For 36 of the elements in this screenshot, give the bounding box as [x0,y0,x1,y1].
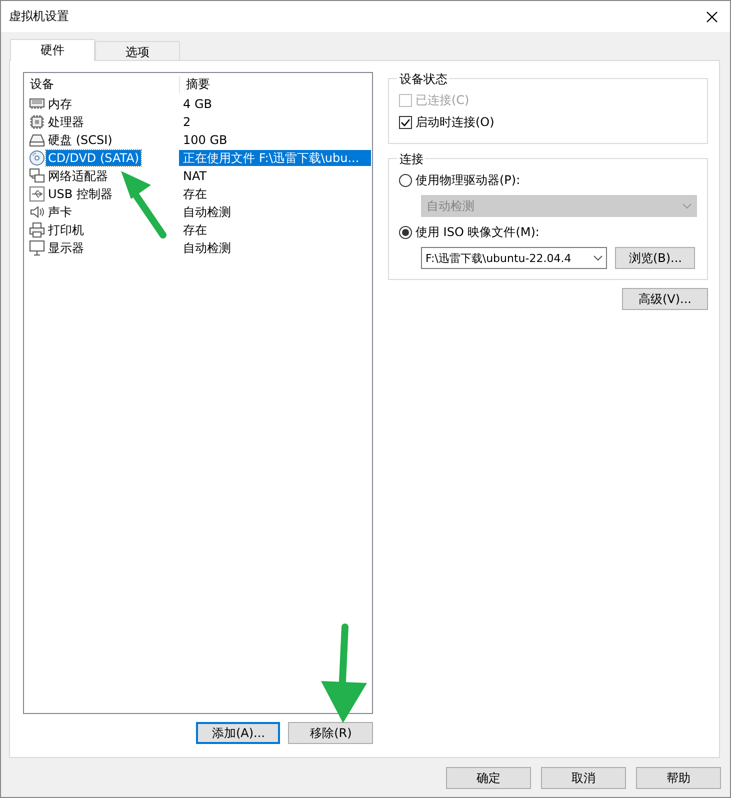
window-title: 虚拟机设置 [9,8,69,25]
ok-button[interactable]: 确定 [446,767,531,789]
radio-label[interactable]: 使用物理驱动器(P): [415,172,520,188]
device-name[interactable]: 打印机 [46,222,86,238]
group-title: 连接 [397,151,426,168]
tab[interactable]: 硬件 [10,39,95,61]
browse-button[interactable]: 浏览(B)... [615,247,696,269]
iso-path-combo[interactable]: F:\迅雷下载\ubuntu-22.04.4 [421,247,608,269]
device-summary: 100 GB [182,132,228,148]
device-name[interactable]: CD/DVD (SATA) [46,150,142,166]
device-name[interactable]: 声卡 [46,204,74,220]
device-name[interactable]: 硬盘 (SCSI) [46,132,114,148]
group-title: 设备状态 [397,71,450,88]
device-name[interactable]: 处理器 [46,114,86,130]
checkbox-label[interactable]: 启动时连接(O) [415,114,494,130]
device-summary: 正在使用文件 F:\迅雷下载\ubu... [179,150,372,166]
device-summary: 存在 [182,186,208,202]
column-header[interactable]: 摘要 [180,76,210,92]
device-summary: 自动检测 [182,204,232,220]
device-summary: NAT [182,168,208,184]
device-summary: 4 GB [182,96,213,112]
device-summary: 自动检测 [182,240,232,256]
device-name[interactable]: 网络适配器 [46,168,110,184]
radio-label[interactable]: 使用 ISO 映像文件(M): [415,224,540,240]
tab[interactable]: 选项 [95,41,180,60]
device-name[interactable]: USB 控制器 [46,186,114,202]
device-name[interactable]: 显示器 [46,240,86,256]
remove-button[interactable]: 移除(R) [288,722,374,744]
add-button[interactable]: 添加(A)... [196,722,280,744]
help-button[interactable]: 帮助 [636,767,721,789]
advanced-button[interactable]: 高级(V)... [622,288,708,310]
device-summary: 2 [182,114,192,130]
device-summary: 存在 [182,222,208,238]
column-header[interactable]: 设备 [24,76,180,92]
device-name[interactable]: 内存 [46,96,74,112]
cancel-button[interactable]: 取消 [541,767,626,789]
